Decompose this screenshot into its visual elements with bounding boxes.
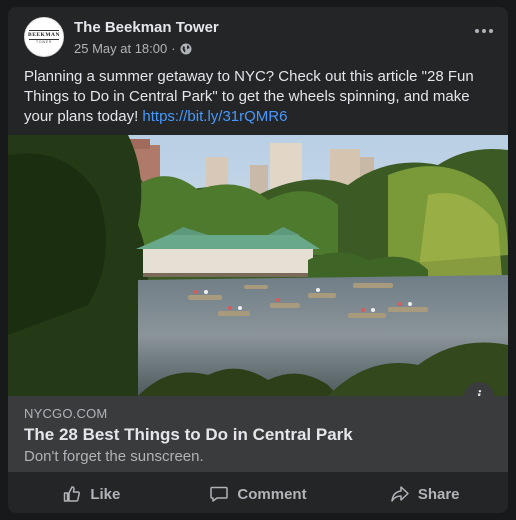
post-timestamp[interactable]: 25 May at 18:00	[74, 41, 167, 56]
link-domain: NYCGO.COM	[24, 406, 108, 421]
dot-icon	[489, 29, 493, 33]
thumbs-up-icon	[64, 486, 81, 502]
post-link[interactable]: https://bit.ly/31rQMR6	[142, 108, 287, 125]
share-button[interactable]: Share	[341, 484, 508, 504]
share-label: Share	[417, 485, 460, 503]
central-park-image	[8, 135, 508, 396]
post-text: Planning a summer getaway to NYC? Check …	[24, 67, 489, 127]
post-photo[interactable]	[8, 135, 508, 396]
dot-icon	[482, 29, 486, 33]
avatar[interactable]: BEEKMAN TOWER	[24, 17, 64, 57]
post-header: BEEKMAN TOWER The Beekman Tower 25 May a…	[24, 17, 493, 61]
comment-button[interactable]: Comment	[175, 484, 342, 504]
more-options-button[interactable]	[470, 21, 498, 41]
post-meta: 25 May at 18:00 ·	[74, 41, 192, 56]
like-label: Like	[90, 485, 121, 503]
post-card: BEEKMAN TOWER The Beekman Tower 25 May a…	[8, 7, 508, 513]
link-preview[interactable]: NYCGO.COM The 28 Best Things to Do in Ce…	[8, 396, 508, 472]
comment-icon	[210, 486, 229, 502]
share-arrow-icon	[391, 486, 409, 502]
page-name[interactable]: The Beekman Tower	[74, 19, 219, 36]
action-bar: Like Comment Share	[8, 477, 508, 511]
logo-rule	[29, 30, 59, 31]
like-button[interactable]: Like	[8, 484, 175, 504]
avatar-logo-sub: TOWER	[36, 40, 52, 44]
meta-separator: ·	[171, 41, 176, 56]
avatar-logo-name: BEEKMAN	[28, 32, 60, 38]
link-description: Don't forget the sunscreen.	[24, 448, 204, 465]
comment-label: Comment	[237, 485, 307, 503]
dot-icon	[475, 29, 479, 33]
link-title[interactable]: The 28 Best Things to Do in Central Park	[24, 425, 353, 445]
globe-icon[interactable]	[180, 43, 192, 55]
